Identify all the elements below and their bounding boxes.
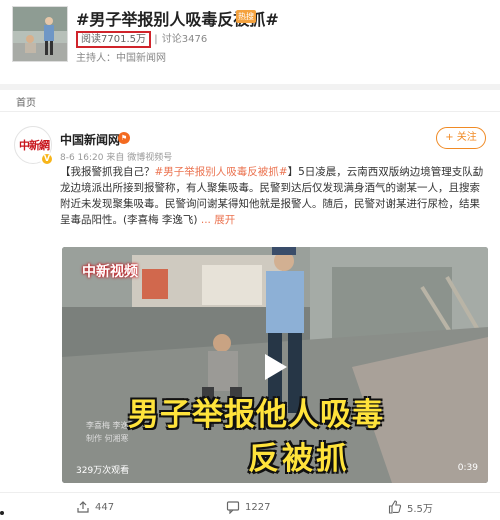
verified-icon: V [40,152,54,166]
view-count: 329万次观看 [76,466,130,476]
author-name[interactable]: 中国新闻网 [60,131,120,148]
share-icon [77,501,89,513]
tab-divider [0,111,500,112]
topic-header: #男子举报别人吸毒反被抓# 热搜 阅读7701.5万 | 讨论3476 主持人：… [0,0,500,84]
comment-icon [226,501,240,514]
like-icon [388,500,402,514]
comment-count: 1227 [245,501,271,513]
topic-host: 主持人：中国新闻网 [76,53,166,64]
video-duration: 0:39 [457,463,478,473]
like-count: 5.5万 [407,503,433,515]
video-caption-part: 男子举报 [128,397,256,433]
read-count: 阅读7701.5万 [76,31,151,48]
stat-separator: | [154,34,158,45]
video-player[interactable]: 中新视频 李喜梅 李逸飞 制作 何湘寒 男子举报他人吸毒 反被抓 329万次观看… [62,247,488,483]
play-icon[interactable] [259,351,291,383]
like-button[interactable]: 5.5万 [388,499,433,515]
expand-link[interactable]: ... 展开 [201,214,235,226]
video-caption-part: 他人吸毒 [256,397,384,433]
comment-button[interactable]: 1227 [226,499,270,515]
section-divider [0,84,500,90]
avatar-logo: 中新網 [19,139,50,152]
author-badge-icon: ⚑ [118,132,130,144]
post-text: 【我报警抓我自己？#男子举报别人吸毒反被抓#】5日凌晨，云南西双版纳边境管理支队… [60,164,488,228]
video-caption-part: 反被抓 [248,441,350,477]
discussion-count: 讨论3476 [161,34,208,45]
topic-stats: 阅读7701.5万 | 讨论3476 [76,30,207,48]
video-logo: 中新视频 [82,264,138,280]
tab-home[interactable]: 首页 [16,94,36,109]
video-caption-line2: 反被抓 [248,433,350,478]
hot-badge: 热搜 [236,10,256,23]
share-count: 447 [95,501,115,513]
post-meta: 8-6 16:20 来自 微博视频号 [60,153,173,163]
share-button[interactable]: 447 [76,499,114,515]
post-topic-link[interactable]: #男子举报别人吸毒反被抓# [155,166,288,178]
edge-dot [0,511,4,515]
follow-button[interactable]: + 关注 [436,127,486,149]
post-text-prefix: 【我报警抓我自己？ [60,166,155,178]
actions-divider [0,492,500,493]
topic-thumbnail[interactable] [12,6,68,62]
video-caption-line1: 男子举报他人吸毒 [128,389,384,434]
